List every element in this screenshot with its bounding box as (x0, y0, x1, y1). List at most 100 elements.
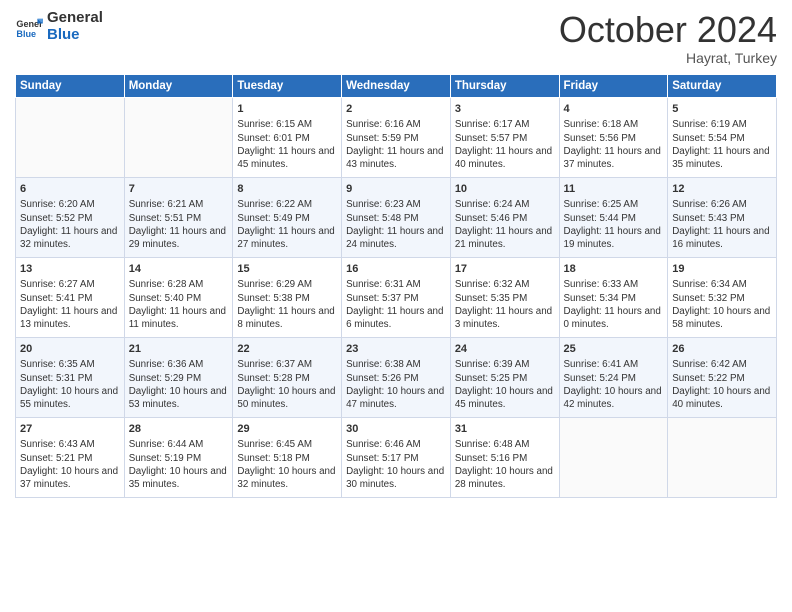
page-header: General Blue General Blue October 2024 H… (15, 10, 777, 66)
day-number: 16 (346, 262, 446, 277)
calendar-cell: 6Sunrise: 6:20 AMSunset: 5:52 PMDaylight… (16, 177, 125, 257)
calendar-cell: 31Sunrise: 6:48 AMSunset: 5:16 PMDayligh… (450, 417, 559, 497)
day-info: Sunrise: 6:48 AMSunset: 5:16 PMDaylight:… (455, 438, 555, 491)
day-number: 30 (346, 422, 446, 437)
day-number: 21 (129, 342, 229, 357)
day-info: Sunrise: 6:37 AMSunset: 5:28 PMDaylight:… (237, 358, 337, 411)
day-info: Sunrise: 6:25 AMSunset: 5:44 PMDaylight:… (564, 198, 664, 251)
day-info: Sunrise: 6:28 AMSunset: 5:40 PMDaylight:… (129, 278, 229, 331)
day-info: Sunrise: 6:18 AMSunset: 5:56 PMDaylight:… (564, 118, 664, 171)
day-number: 7 (129, 182, 229, 197)
calendar-cell: 11Sunrise: 6:25 AMSunset: 5:44 PMDayligh… (559, 177, 668, 257)
calendar-cell: 23Sunrise: 6:38 AMSunset: 5:26 PMDayligh… (342, 337, 451, 417)
svg-text:Blue: Blue (16, 28, 36, 38)
calendar-cell: 18Sunrise: 6:33 AMSunset: 5:34 PMDayligh… (559, 257, 668, 337)
weekday-header-monday: Monday (124, 74, 233, 97)
day-number: 2 (346, 102, 446, 117)
week-row-5: 27Sunrise: 6:43 AMSunset: 5:21 PMDayligh… (16, 417, 777, 497)
calendar-cell: 19Sunrise: 6:34 AMSunset: 5:32 PMDayligh… (668, 257, 777, 337)
calendar-cell: 12Sunrise: 6:26 AMSunset: 5:43 PMDayligh… (668, 177, 777, 257)
day-info: Sunrise: 6:43 AMSunset: 5:21 PMDaylight:… (20, 438, 120, 491)
day-number: 26 (672, 342, 772, 357)
logo-blue-text: Blue (47, 27, 103, 44)
day-number: 5 (672, 102, 772, 117)
day-number: 27 (20, 422, 120, 437)
day-number: 8 (237, 182, 337, 197)
day-number: 22 (237, 342, 337, 357)
weekday-header-saturday: Saturday (668, 74, 777, 97)
weekday-header-friday: Friday (559, 74, 668, 97)
weekday-header-tuesday: Tuesday (233, 74, 342, 97)
day-number: 25 (564, 342, 664, 357)
calendar-cell: 5Sunrise: 6:19 AMSunset: 5:54 PMDaylight… (668, 97, 777, 177)
day-info: Sunrise: 6:35 AMSunset: 5:31 PMDaylight:… (20, 358, 120, 411)
day-info: Sunrise: 6:21 AMSunset: 5:51 PMDaylight:… (129, 198, 229, 251)
calendar-cell: 29Sunrise: 6:45 AMSunset: 5:18 PMDayligh… (233, 417, 342, 497)
calendar-table: SundayMondayTuesdayWednesdayThursdayFrid… (15, 74, 777, 498)
day-number: 4 (564, 102, 664, 117)
day-number: 17 (455, 262, 555, 277)
day-number: 10 (455, 182, 555, 197)
day-number: 3 (455, 102, 555, 117)
day-number: 20 (20, 342, 120, 357)
day-info: Sunrise: 6:39 AMSunset: 5:25 PMDaylight:… (455, 358, 555, 411)
day-number: 11 (564, 182, 664, 197)
day-info: Sunrise: 6:26 AMSunset: 5:43 PMDaylight:… (672, 198, 772, 251)
calendar-cell: 25Sunrise: 6:41 AMSunset: 5:24 PMDayligh… (559, 337, 668, 417)
day-info: Sunrise: 6:45 AMSunset: 5:18 PMDaylight:… (237, 438, 337, 491)
day-info: Sunrise: 6:38 AMSunset: 5:26 PMDaylight:… (346, 358, 446, 411)
weekday-header-wednesday: Wednesday (342, 74, 451, 97)
calendar-cell: 21Sunrise: 6:36 AMSunset: 5:29 PMDayligh… (124, 337, 233, 417)
day-info: Sunrise: 6:15 AMSunset: 6:01 PMDaylight:… (237, 118, 337, 171)
calendar-cell: 22Sunrise: 6:37 AMSunset: 5:28 PMDayligh… (233, 337, 342, 417)
calendar-cell: 1Sunrise: 6:15 AMSunset: 6:01 PMDaylight… (233, 97, 342, 177)
day-number: 1 (237, 102, 337, 117)
day-info: Sunrise: 6:29 AMSunset: 5:38 PMDaylight:… (237, 278, 337, 331)
calendar-cell: 28Sunrise: 6:44 AMSunset: 5:19 PMDayligh… (124, 417, 233, 497)
calendar-cell: 27Sunrise: 6:43 AMSunset: 5:21 PMDayligh… (16, 417, 125, 497)
day-number: 12 (672, 182, 772, 197)
day-info: Sunrise: 6:34 AMSunset: 5:32 PMDaylight:… (672, 278, 772, 331)
weekday-header-thursday: Thursday (450, 74, 559, 97)
day-info: Sunrise: 6:19 AMSunset: 5:54 PMDaylight:… (672, 118, 772, 171)
day-number: 14 (129, 262, 229, 277)
day-info: Sunrise: 6:17 AMSunset: 5:57 PMDaylight:… (455, 118, 555, 171)
day-number: 23 (346, 342, 446, 357)
title-block: October 2024 Hayrat, Turkey (559, 10, 777, 66)
logo: General Blue General Blue (15, 10, 103, 43)
calendar-cell: 3Sunrise: 6:17 AMSunset: 5:57 PMDaylight… (450, 97, 559, 177)
day-info: Sunrise: 6:24 AMSunset: 5:46 PMDaylight:… (455, 198, 555, 251)
day-info: Sunrise: 6:27 AMSunset: 5:41 PMDaylight:… (20, 278, 120, 331)
calendar-cell: 26Sunrise: 6:42 AMSunset: 5:22 PMDayligh… (668, 337, 777, 417)
day-number: 28 (129, 422, 229, 437)
day-info: Sunrise: 6:46 AMSunset: 5:17 PMDaylight:… (346, 438, 446, 491)
logo-icon: General Blue (15, 13, 43, 41)
calendar-cell (124, 97, 233, 177)
day-info: Sunrise: 6:32 AMSunset: 5:35 PMDaylight:… (455, 278, 555, 331)
calendar-cell: 4Sunrise: 6:18 AMSunset: 5:56 PMDaylight… (559, 97, 668, 177)
calendar-page: General Blue General Blue October 2024 H… (0, 0, 792, 612)
day-info: Sunrise: 6:42 AMSunset: 5:22 PMDaylight:… (672, 358, 772, 411)
day-info: Sunrise: 6:20 AMSunset: 5:52 PMDaylight:… (20, 198, 120, 251)
calendar-cell: 17Sunrise: 6:32 AMSunset: 5:35 PMDayligh… (450, 257, 559, 337)
calendar-cell: 13Sunrise: 6:27 AMSunset: 5:41 PMDayligh… (16, 257, 125, 337)
day-number: 31 (455, 422, 555, 437)
day-number: 24 (455, 342, 555, 357)
calendar-cell: 10Sunrise: 6:24 AMSunset: 5:46 PMDayligh… (450, 177, 559, 257)
calendar-cell: 8Sunrise: 6:22 AMSunset: 5:49 PMDaylight… (233, 177, 342, 257)
logo-general-text: General (47, 10, 103, 27)
day-number: 6 (20, 182, 120, 197)
week-row-2: 6Sunrise: 6:20 AMSunset: 5:52 PMDaylight… (16, 177, 777, 257)
day-info: Sunrise: 6:31 AMSunset: 5:37 PMDaylight:… (346, 278, 446, 331)
day-info: Sunrise: 6:22 AMSunset: 5:49 PMDaylight:… (237, 198, 337, 251)
calendar-cell: 20Sunrise: 6:35 AMSunset: 5:31 PMDayligh… (16, 337, 125, 417)
calendar-cell: 9Sunrise: 6:23 AMSunset: 5:48 PMDaylight… (342, 177, 451, 257)
calendar-cell: 30Sunrise: 6:46 AMSunset: 5:17 PMDayligh… (342, 417, 451, 497)
day-info: Sunrise: 6:23 AMSunset: 5:48 PMDaylight:… (346, 198, 446, 251)
calendar-cell: 2Sunrise: 6:16 AMSunset: 5:59 PMDaylight… (342, 97, 451, 177)
location: Hayrat, Turkey (559, 50, 777, 66)
header-row: SundayMondayTuesdayWednesdayThursdayFrid… (16, 74, 777, 97)
weekday-header-sunday: Sunday (16, 74, 125, 97)
calendar-cell: 7Sunrise: 6:21 AMSunset: 5:51 PMDaylight… (124, 177, 233, 257)
calendar-cell (668, 417, 777, 497)
